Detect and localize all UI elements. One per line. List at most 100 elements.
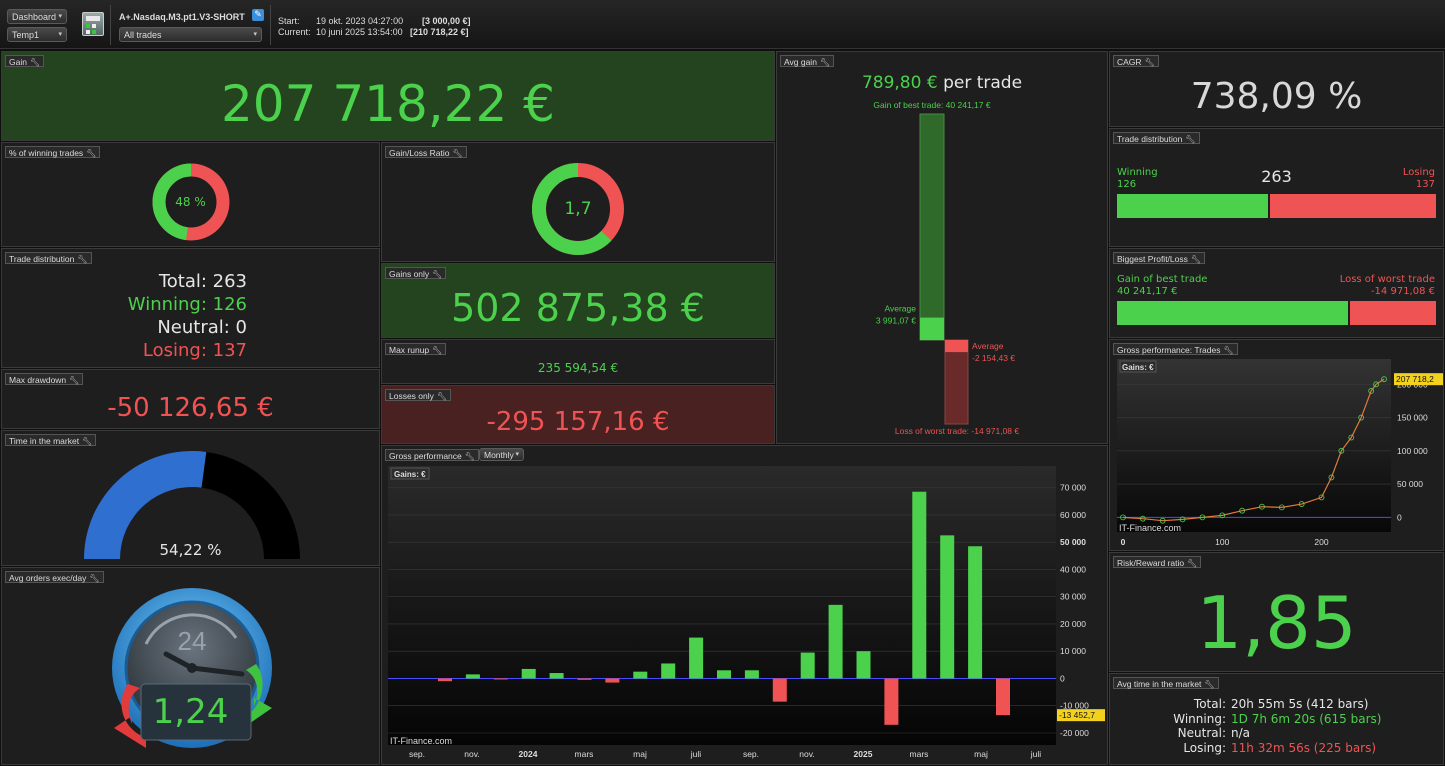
bar <box>772 678 787 702</box>
time-in-market-title[interactable]: Time in the market 🔧︎ <box>5 434 97 448</box>
gains-only-title[interactable]: Gains only 🔧︎ <box>385 267 447 281</box>
y-tick-label: 70 000 <box>1060 483 1086 493</box>
neutral-label: Neutral: <box>1177 726 1226 740</box>
wrench-icon[interactable]: 🔧︎ <box>432 345 442 357</box>
avg-time-panel: Avg time in the market 🔧︎ Total: Winning:… <box>1109 673 1444 765</box>
trade-distribution-bar-title[interactable]: Trade distribution 🔧︎ <box>1113 132 1200 144</box>
profit-loss-bar <box>1117 301 1436 325</box>
wrench-icon[interactable]: 🔧︎ <box>1145 57 1155 69</box>
current-label: Current: <box>278 27 311 37</box>
wrench-icon[interactable]: 🔧︎ <box>437 391 447 403</box>
x-tick-label: 200 <box>1314 537 1328 547</box>
panel-title-label: Gain <box>9 57 27 67</box>
total-count: 263 <box>1261 167 1292 186</box>
total-time: 20h 55m 5s (412 bars) <box>1231 697 1369 711</box>
trades-line-chart[interactable]: 050 000100 000150 000200 000207 718,2010… <box>1110 340 1444 551</box>
cagr-title[interactable]: CAGR 🔧︎ <box>1113 55 1159 67</box>
winning-trades: Winning: 126 <box>127 294 247 315</box>
y-tick-label: 10 000 <box>1060 646 1086 656</box>
x-tick-label: juli <box>690 749 702 759</box>
biggest-profit-loss-title[interactable]: Biggest Profit/Loss 🔧︎ <box>1113 252 1206 266</box>
wrench-icon[interactable]: 🔧︎ <box>89 573 99 585</box>
y-tick-label: 40 000 <box>1060 564 1086 574</box>
wrench-icon[interactable]: 🔧︎ <box>1204 679 1214 691</box>
bar <box>968 546 983 679</box>
plot-area <box>388 466 1056 745</box>
losses-only-value: -295 157,16 € <box>486 407 670 437</box>
winning-pct-title[interactable]: % of winning trades 🔧︎ <box>5 146 101 160</box>
bar <box>633 671 648 679</box>
cagr-value: 738,09 % <box>1190 76 1363 117</box>
max-runup-title[interactable]: Max runup 🔧︎ <box>385 343 447 357</box>
gain-panel: Gain 🔧︎ 207 718,22 € <box>1 51 775 141</box>
x-tick-label: 100 <box>1215 537 1229 547</box>
wrench-icon[interactable]: 🔧︎ <box>452 148 462 160</box>
strategy-calculator-icon[interactable] <box>82 12 104 36</box>
time-in-market-value: 54,22 % <box>159 541 222 559</box>
trade-distribution-title[interactable]: Trade distribution 🔧︎ <box>5 252 92 264</box>
x-tick-label: 0 <box>1121 537 1126 547</box>
dashboard-select-label: Dashboard <box>12 12 57 22</box>
neutral-time: n/a <box>1231 726 1251 740</box>
y-tick-label: 20 000 <box>1060 619 1086 629</box>
x-tick-label: 2025 <box>854 749 873 759</box>
bar <box>605 678 620 683</box>
dial-number: 24 <box>178 626 207 656</box>
max-drawdown-panel: Max drawdown 🔧︎ -50 126,65 € <box>1 369 380 429</box>
edit-icon[interactable]: ✎ <box>252 9 264 21</box>
gross-trades-panel: Gross performance: Trades 🔧︎ 0 50 000 100 0… <box>1109 339 1444 551</box>
trade-distribution-panel: Trade distribution 🔧︎ Total: 263 Winning:… <box>1 248 380 368</box>
bar <box>856 651 871 679</box>
temp-select[interactable]: Temp1 ▾ <box>7 27 67 42</box>
current-date: 10 juni 2025 13:54:00 <box>316 27 403 37</box>
neutral-trades: Neutral: 0 <box>157 317 247 338</box>
best-trade-value: 40 241,17 € <box>1117 286 1178 297</box>
dashboard-select[interactable]: Dashboard ▾ <box>7 9 67 24</box>
losses-only-title[interactable]: Losses only 🔧︎ <box>385 389 452 403</box>
avg-orders-title[interactable]: Avg orders exec/day 🔧︎ <box>5 571 104 583</box>
wrench-icon[interactable]: 🔧︎ <box>82 436 92 448</box>
worst-trade-value: -14 971,08 € <box>1370 286 1435 297</box>
avg-gain-bars: Gain of best trade: 40 241,17 € Average … <box>873 100 1019 436</box>
x-tick-label: maj <box>633 749 647 759</box>
x-tick-label: juli <box>1030 749 1042 759</box>
monthly-bar-chart[interactable]: -20 000-10 000010 00020 00030 00040 0005… <box>382 446 1108 765</box>
wrench-icon[interactable]: 🔧︎ <box>69 375 79 387</box>
y-tick-label: 30 000 <box>1060 592 1086 602</box>
wrench-icon[interactable]: 🔧︎ <box>1187 558 1197 570</box>
trades-filter-label: All trades <box>124 30 162 40</box>
average-win-bar <box>920 317 944 340</box>
bar <box>996 678 1010 716</box>
wrench-icon[interactable]: 🔧︎ <box>1191 254 1201 266</box>
max-drawdown-title[interactable]: Max drawdown 🔧︎ <box>5 373 84 387</box>
bar <box>717 670 731 679</box>
bar <box>884 678 899 725</box>
temp-select-label: Temp1 <box>12 30 40 40</box>
gain-loss-ratio-panel: Gain/Loss Ratio 🔧︎ 1,7 <box>381 142 775 262</box>
y-tick-label: -20 000 <box>1060 728 1089 738</box>
average-win-value: 3 991,07 € <box>876 316 916 326</box>
wrench-icon[interactable]: 🔧︎ <box>30 57 40 69</box>
panel-title-label: Gain/Loss Ratio <box>389 148 450 158</box>
trades-filter-select[interactable]: All trades ▾ <box>119 27 262 42</box>
wrench-icon[interactable]: 🔧︎ <box>77 254 87 266</box>
wrench-icon[interactable]: 🔧︎ <box>1185 134 1195 146</box>
avg-gain-panel: Avg gain 🔧︎ 789,80 € per trade Gain of be… <box>776 51 1108 444</box>
bar <box>549 673 564 679</box>
bar <box>465 674 480 679</box>
panel-title-label: Max runup <box>389 345 430 355</box>
risk-reward-value: 1,85 <box>1196 581 1357 665</box>
losing-time: 11h 32m 56s (225 bars) <box>1231 740 1377 755</box>
gain-title[interactable]: Gain 🔧︎ <box>5 55 45 69</box>
wrench-icon[interactable]: 🔧︎ <box>86 148 96 160</box>
bar <box>940 535 955 679</box>
winning-time: 1D 7h 6m 20s (615 bars) <box>1231 711 1382 726</box>
wrench-icon[interactable]: 🔧︎ <box>432 269 442 281</box>
avg-time-title[interactable]: Avg time in the market 🔧︎ <box>1113 677 1219 689</box>
y-tick-label: 60 000 <box>1060 510 1086 520</box>
gain-loss-ratio-title[interactable]: Gain/Loss Ratio 🔧︎ <box>385 146 467 158</box>
chart-legend: Gains: € <box>394 470 426 479</box>
losing-label: Losing: <box>1183 740 1226 755</box>
current-value: [210 718,22 €] <box>410 27 469 37</box>
risk-reward-title[interactable]: Risk/Reward ratio 🔧︎ <box>1113 556 1202 570</box>
